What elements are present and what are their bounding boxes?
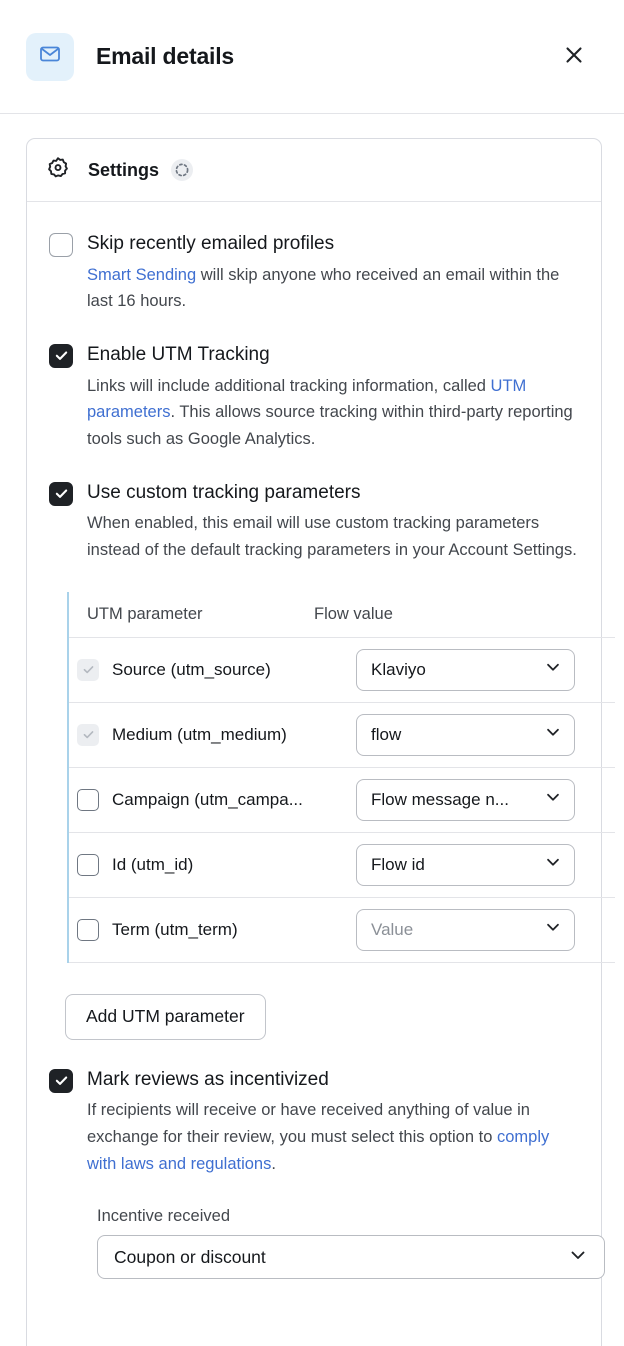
utm-value-select-medium[interactable]: flow: [356, 713, 575, 756]
utm-param-label: Term (utm_term): [112, 919, 238, 939]
column-header-utm-parameter: UTM parameter: [87, 604, 203, 623]
close-icon: [563, 44, 585, 69]
table-row: Id (utm_id) Flow id: [69, 833, 615, 898]
checkbox-row: Mark reviews as incentivized: [49, 1066, 581, 1094]
table-row: Campaign (utm_campa... Flow message n...: [69, 768, 615, 833]
close-button[interactable]: [560, 43, 588, 71]
utm-row-checkbox-term[interactable]: [77, 918, 99, 941]
chevron-down-icon: [544, 788, 562, 811]
column-header-flow-value: Flow value: [314, 604, 393, 623]
utm-row-checkbox-source: [77, 658, 99, 681]
utm-param-cell: Source (utm_source): [77, 658, 356, 681]
utm-value-text: Flow id: [371, 854, 425, 874]
utm-param-label: Source (utm_source): [112, 659, 271, 679]
utm-parameter-table: UTM parameter Flow value Source (utm_sou…: [67, 591, 615, 963]
settings-title: Settings: [88, 159, 160, 180]
utm-param-label: Campaign (utm_campa...: [112, 789, 303, 809]
table-row: Medium (utm_medium) flow: [69, 703, 615, 768]
use-custom-tracking-label: Use custom tracking parameters: [87, 481, 361, 503]
utm-param-cell: Campaign (utm_campa...: [77, 788, 356, 811]
enable-utm-tracking-label: Enable UTM Tracking: [87, 343, 270, 365]
settings-card-header: Settings: [27, 139, 601, 202]
incentivized-help-pre: If recipients will receive or have recei…: [87, 1101, 530, 1146]
utm-help-pre: Links will include additional tracking i…: [87, 376, 491, 395]
settings-card: Settings Skip recently emailed profiles …: [26, 138, 615, 1346]
checkbox-row: Skip recently emailed profiles: [49, 230, 581, 258]
email-badge: [26, 32, 74, 81]
incentive-received-field: Incentive received Coupon or discount: [97, 1207, 605, 1280]
chevron-down-icon: [544, 723, 562, 746]
incentive-received-label: Incentive received: [97, 1207, 230, 1226]
skip-recently-emailed-label: Skip recently emailed profiles: [87, 233, 335, 254]
chevron-down-icon: [544, 918, 562, 941]
chevron-down-icon: [568, 1245, 588, 1270]
add-utm-parameter-button[interactable]: Add UTM parameter: [65, 993, 266, 1040]
envelope-icon: [38, 42, 62, 71]
incentivized-help-rest: .: [271, 1154, 276, 1173]
utm-value-text: Value: [371, 919, 414, 939]
utm-value-text: flow: [371, 724, 402, 744]
utm-value-select-id[interactable]: Flow id: [356, 843, 575, 886]
settings-card-body: Skip recently emailed profiles Smart Sen…: [27, 202, 615, 1280]
page-title: Email details: [96, 43, 235, 69]
mark-reviews-incentivized-label: Mark reviews as incentivized: [87, 1068, 329, 1090]
option-mark-reviews-incentivized: Mark reviews as incentivized If recipien…: [49, 1066, 581, 1178]
loading-spinner-icon: [171, 159, 194, 181]
use-custom-tracking-checkbox[interactable]: [49, 481, 73, 506]
utm-value-select-source[interactable]: Klaviyo: [356, 648, 575, 691]
incentive-received-select[interactable]: Coupon or discount: [97, 1235, 605, 1280]
enable-utm-tracking-help: Links will include additional tracking i…: [87, 373, 581, 453]
skip-recently-emailed-help: Smart Sending will skip anyone who recei…: [87, 262, 581, 315]
chevron-down-icon: [544, 658, 562, 681]
smart-sending-link[interactable]: Smart Sending: [87, 266, 196, 284]
checkbox-row: Enable UTM Tracking: [49, 341, 581, 369]
table-row: Term (utm_term) Value: [69, 898, 615, 963]
utm-param-label: Medium (utm_medium): [112, 724, 287, 744]
utm-param-label: Id (utm_id): [112, 854, 194, 874]
option-enable-utm-tracking: Enable UTM Tracking Links will include a…: [49, 341, 581, 453]
utm-row-checkbox-id[interactable]: [77, 853, 99, 876]
utm-param-cell: Medium (utm_medium): [77, 723, 356, 746]
checkbox-row: Use custom tracking parameters: [49, 479, 581, 507]
utm-row-checkbox-medium: [77, 723, 99, 746]
utm-value-select-campaign[interactable]: Flow message n...: [356, 778, 575, 821]
utm-value-text: Klaviyo: [371, 659, 426, 679]
option-skip-recently-emailed: Skip recently emailed profiles Smart Sen…: [49, 230, 581, 315]
use-custom-tracking-help: When enabled, this email will use custom…: [87, 514, 577, 559]
dialog-header: Email details: [0, 0, 624, 114]
utm-param-cell: Id (utm_id): [77, 853, 356, 876]
utm-table-header: UTM parameter Flow value: [69, 592, 615, 638]
mark-reviews-incentivized-help: If recipients will receive or have recei…: [87, 1097, 581, 1177]
utm-value-select-term[interactable]: Value: [356, 908, 575, 951]
chevron-down-icon: [544, 853, 562, 876]
incentive-received-value: Coupon or discount: [114, 1246, 266, 1267]
utm-param-cell: Term (utm_term): [77, 918, 356, 941]
skip-recently-emailed-checkbox[interactable]: [49, 233, 73, 257]
option-use-custom-tracking: Use custom tracking parameters When enab…: [49, 479, 581, 564]
utm-value-text: Flow message n...: [371, 789, 509, 809]
gear-icon: [45, 155, 71, 186]
enable-utm-tracking-checkbox[interactable]: [49, 343, 73, 368]
utm-row-checkbox-campaign[interactable]: [77, 788, 99, 811]
table-row: Source (utm_source) Klaviyo: [69, 638, 615, 703]
mark-reviews-incentivized-checkbox[interactable]: [49, 1068, 73, 1093]
